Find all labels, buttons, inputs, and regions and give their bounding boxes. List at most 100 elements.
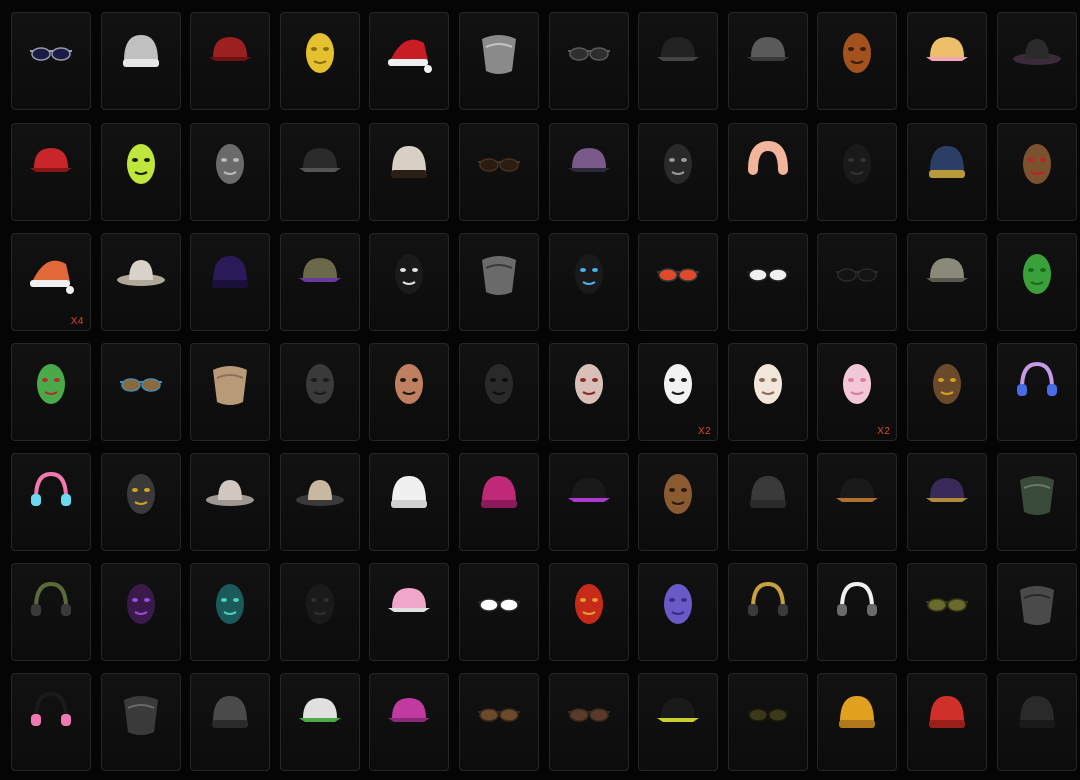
inventory-slot[interactable] xyxy=(907,343,987,441)
inventory-slot[interactable] xyxy=(996,123,1077,221)
inventory-slot[interactable] xyxy=(190,233,271,331)
inventory-slot[interactable] xyxy=(817,123,898,221)
inventory-slot[interactable] xyxy=(190,123,271,221)
tan-scarf-icon xyxy=(199,352,261,414)
inventory-slot[interactable] xyxy=(369,453,450,551)
inventory-slot[interactable] xyxy=(100,343,181,441)
inventory-slot[interactable] xyxy=(369,673,450,771)
inventory-slot[interactable] xyxy=(638,12,719,110)
inventory-slot[interactable] xyxy=(369,12,450,110)
inventory-slot[interactable] xyxy=(548,233,629,331)
inventory-slot[interactable] xyxy=(11,563,91,661)
bear-ears-beanie-icon xyxy=(378,462,440,524)
inventory-slot[interactable] xyxy=(638,563,719,661)
inventory-slot[interactable] xyxy=(369,343,450,441)
inventory-slot[interactable] xyxy=(548,12,629,110)
inventory-slot[interactable] xyxy=(100,673,181,771)
pink-visor-icon xyxy=(378,682,440,744)
inventory-slot[interactable] xyxy=(100,233,181,331)
inventory-slot[interactable] xyxy=(459,233,539,331)
inventory-slot[interactable] xyxy=(11,343,91,441)
inventory-slot[interactable]: X2 xyxy=(638,343,719,441)
inventory-slot[interactable] xyxy=(459,343,539,441)
inventory-slot[interactable] xyxy=(817,673,898,771)
inventory-slot[interactable] xyxy=(459,453,539,551)
inventory-slot[interactable] xyxy=(727,453,808,551)
inventory-slot[interactable] xyxy=(459,12,539,110)
inventory-slot[interactable] xyxy=(548,563,629,661)
inventory-slot[interactable] xyxy=(190,673,271,771)
inventory-slot[interactable] xyxy=(727,123,808,221)
inventory-slot[interactable] xyxy=(100,453,181,551)
inventory-slot[interactable] xyxy=(100,123,181,221)
inventory-slot[interactable] xyxy=(638,673,719,771)
inventory-slot[interactable] xyxy=(727,12,808,110)
inventory-slot[interactable] xyxy=(11,673,91,771)
inventory-slot[interactable] xyxy=(11,12,91,110)
teal-mask-icon xyxy=(199,572,261,634)
inventory-slot[interactable] xyxy=(727,563,808,661)
inventory-slot[interactable] xyxy=(279,673,360,771)
inventory-slot[interactable] xyxy=(548,343,629,441)
inventory-slot[interactable] xyxy=(100,12,181,110)
white-mask-icon xyxy=(647,352,709,414)
inventory-slot[interactable] xyxy=(638,453,719,551)
inventory-slot[interactable] xyxy=(11,123,91,221)
pink-mask-icon xyxy=(826,352,888,414)
inventory-slot[interactable] xyxy=(459,673,539,771)
inventory-slot[interactable] xyxy=(638,233,719,331)
inventory-slot[interactable] xyxy=(459,123,539,221)
inventory-slot[interactable] xyxy=(907,12,987,110)
inventory-slot[interactable] xyxy=(907,563,987,661)
inventory-slot[interactable] xyxy=(817,453,898,551)
inventory-slot[interactable] xyxy=(727,343,808,441)
inventory-slot[interactable] xyxy=(279,233,360,331)
inventory-slot[interactable] xyxy=(369,563,450,661)
inventory-slot[interactable] xyxy=(996,343,1077,441)
purple-bunny-mask-icon xyxy=(647,572,709,634)
inventory-slot[interactable] xyxy=(369,123,450,221)
inventory-slot[interactable] xyxy=(996,233,1077,331)
inventory-slot[interactable] xyxy=(727,673,808,771)
military-cap-icon xyxy=(647,21,709,83)
red-cap-icon xyxy=(20,132,82,194)
inventory-slot[interactable] xyxy=(279,123,360,221)
inventory-slot[interactable] xyxy=(907,453,987,551)
inventory-slot[interactable] xyxy=(996,563,1077,661)
pith-helmet-icon xyxy=(289,242,351,304)
inventory-slot[interactable] xyxy=(907,123,987,221)
inventory-slot[interactable] xyxy=(190,563,271,661)
inventory-slot[interactable] xyxy=(548,123,629,221)
inventory-slot[interactable] xyxy=(190,453,271,551)
inventory-slot[interactable] xyxy=(817,563,898,661)
inventory-slot[interactable] xyxy=(548,453,629,551)
inventory-slot[interactable] xyxy=(11,453,91,551)
inventory-slot[interactable]: X4 xyxy=(11,233,91,331)
inventory-slot[interactable] xyxy=(548,673,629,771)
inventory-slot[interactable] xyxy=(907,233,987,331)
inventory-slot[interactable] xyxy=(190,12,271,110)
inventory-slot[interactable] xyxy=(907,673,987,771)
inventory-slot[interactable] xyxy=(279,343,360,441)
inventory-slot[interactable] xyxy=(279,12,360,110)
inventory-slot[interactable] xyxy=(817,233,898,331)
inventory-slot[interactable] xyxy=(638,123,719,221)
inventory-slot[interactable] xyxy=(279,563,360,661)
inventory-slot[interactable] xyxy=(100,563,181,661)
headset-cap-icon xyxy=(20,572,82,634)
inventory-slot[interactable] xyxy=(279,453,360,551)
inventory-slot[interactable] xyxy=(190,343,271,441)
inventory-slot[interactable]: X2 xyxy=(817,343,898,441)
black-mask-icon xyxy=(826,132,888,194)
gas-mask-icon xyxy=(199,132,261,194)
inventory-slot[interactable] xyxy=(996,673,1077,771)
inventory-slot[interactable] xyxy=(996,453,1077,551)
inventory-slot[interactable] xyxy=(727,233,808,331)
inventory-slot[interactable] xyxy=(369,233,450,331)
monkey-mask-icon xyxy=(647,462,709,524)
officer-cap-icon xyxy=(289,132,351,194)
inventory-slot[interactable] xyxy=(817,12,898,110)
inventory-slot[interactable] xyxy=(996,12,1077,110)
inventory-slot[interactable] xyxy=(459,563,539,661)
cowboy-skull-hat-icon xyxy=(289,462,351,524)
